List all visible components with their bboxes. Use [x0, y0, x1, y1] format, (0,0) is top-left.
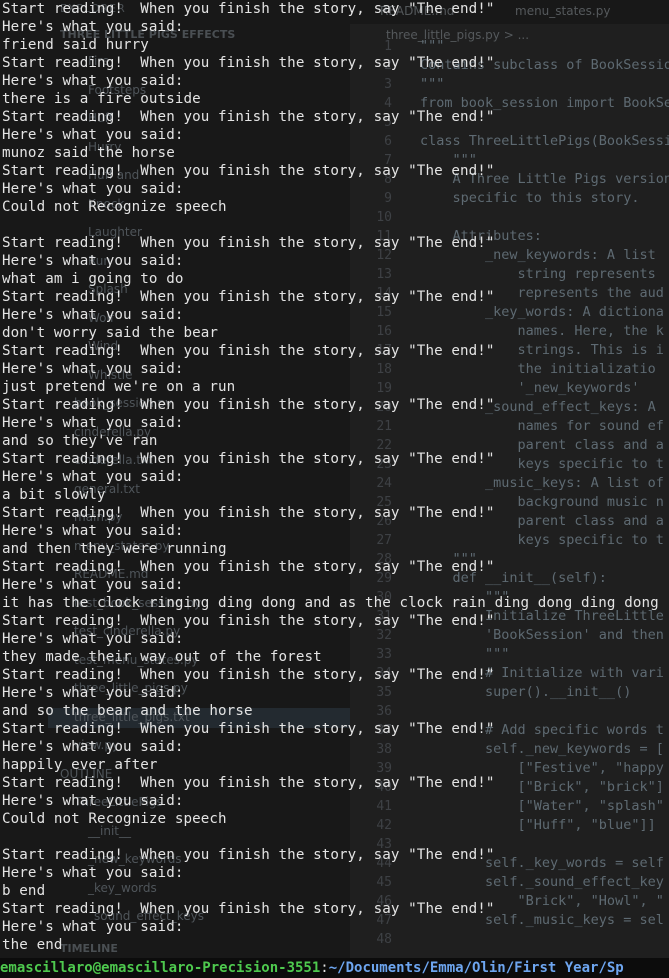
prompt-separator: :	[320, 960, 329, 976]
terminal-line: Start reading! When you finish the story…	[2, 451, 495, 467]
terminal-line: Here's what you said:	[2, 793, 184, 809]
terminal-line: just pretend we're on a run	[2, 379, 236, 395]
terminal-line: Start reading! When you finish the story…	[2, 343, 495, 359]
terminal-line: Start reading! When you finish the story…	[2, 847, 495, 863]
terminal-line: Start reading! When you finish the story…	[2, 397, 495, 413]
terminal-line: and then they were running	[2, 541, 227, 557]
terminal-line: Start reading! When you finish the story…	[2, 901, 495, 917]
terminal-line: Here's what you said:	[2, 523, 184, 539]
terminal-line: Here's what you said:	[2, 685, 184, 701]
terminal-line: Here's what you said:	[2, 361, 184, 377]
terminal-line: Here's what you said:	[2, 865, 184, 881]
terminal-line: Start reading! When you finish the story…	[2, 109, 495, 125]
terminal-line: Here's what you said:	[2, 19, 184, 35]
terminal-line: Start reading! When you finish the story…	[2, 505, 495, 521]
terminal-line: Could not Recognize speech	[2, 199, 227, 215]
terminal-line: they made their way out of the forest	[2, 649, 322, 665]
terminal-line: don't worry said the bear	[2, 325, 219, 341]
terminal-line: Here's what you said:	[2, 919, 184, 935]
terminal-line: Here's what you said:	[2, 469, 184, 485]
terminal-line: Start reading! When you finish the story…	[2, 1, 495, 17]
terminal-line: Here's what you said:	[2, 739, 184, 755]
terminal-line: Could not Recognize speech	[2, 811, 227, 827]
terminal-line: Here's what you said:	[2, 181, 184, 197]
prompt-user-host: emascillaro@emascillaro-Precision-3551	[0, 960, 321, 976]
terminal-line: Start reading! When you finish the story…	[2, 559, 495, 575]
terminal-line: Here's what you said:	[2, 577, 184, 593]
terminal-line: b end	[2, 883, 46, 899]
terminal-line: the end	[2, 937, 63, 953]
terminal-line: Start reading! When you finish the story…	[2, 55, 495, 71]
terminal-line: munoz said the horse	[2, 145, 175, 161]
terminal-line: Start reading! When you finish the story…	[2, 163, 495, 179]
terminal-line: and so the bear and the horse	[2, 703, 253, 719]
terminal-line: Here's what you said:	[2, 253, 184, 269]
terminal-line: Start reading! When you finish the story…	[2, 289, 495, 305]
terminal-line: Here's what you said:	[2, 73, 184, 89]
prompt-path: ~/Documents/Emma/Olin/First Year/Sp	[328, 960, 624, 976]
terminal-line: Here's what you said:	[2, 307, 184, 323]
terminal-line: happily ever after	[2, 757, 158, 773]
terminal-prompt[interactable]: emascillaro@emascillaro-Precision-3551:~…	[0, 958, 669, 978]
terminal-line: friend said hurry	[2, 37, 149, 53]
terminal-output[interactable]: Start reading! When you finish the story…	[0, 0, 669, 958]
terminal-line: Here's what you said:	[2, 415, 184, 431]
terminal-line: Here's what you said:	[2, 127, 184, 143]
terminal-line: Start reading! When you finish the story…	[2, 775, 495, 791]
terminal-line: Start reading! When you finish the story…	[2, 613, 495, 629]
terminal-line: a bit slowly	[2, 487, 106, 503]
terminal-line: and so they've ran	[2, 433, 158, 449]
terminal-line: it has the clock ringing ding dong and a…	[2, 595, 659, 611]
terminal-line: Here's what you said:	[2, 631, 184, 647]
terminal-line: there is a fire outside	[2, 91, 201, 107]
terminal-line: Start reading! When you finish the story…	[2, 235, 495, 251]
terminal-line: Start reading! When you finish the story…	[2, 667, 495, 683]
terminal-line: what am i going to do	[2, 271, 184, 287]
terminal-line: Start reading! When you finish the story…	[2, 721, 495, 737]
